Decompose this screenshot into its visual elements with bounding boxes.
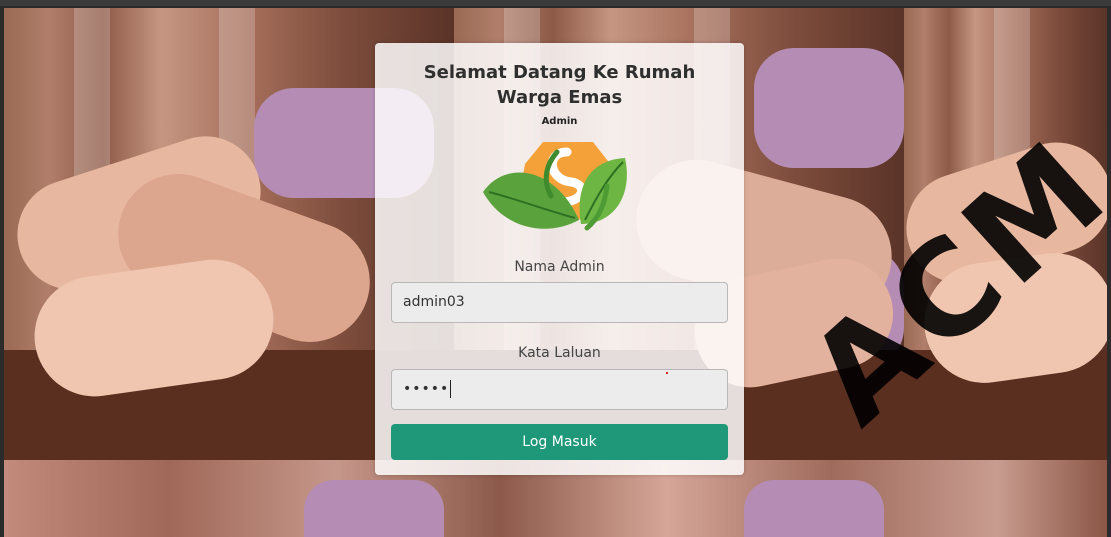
password-input[interactable]: ••••• [391, 369, 728, 410]
window-top-bar [0, 0, 1111, 6]
leaf-sun-logo-icon [483, 142, 627, 231]
password-value: ••••• [403, 381, 450, 397]
stray-dot [666, 372, 668, 374]
password-label: Kata Laluan [518, 345, 601, 361]
login-button[interactable]: Log Masuk [391, 424, 728, 460]
login-card: Selamat Datang Ke Rumah Warga Emas Admin… [375, 43, 744, 475]
role-label: Admin [541, 116, 578, 127]
username-value: admin03 [403, 294, 465, 310]
username-label: Nama Admin [514, 259, 605, 275]
username-input[interactable]: admin03 [391, 282, 728, 323]
page-title: Selamat Datang Ke Rumah Warga Emas [423, 62, 696, 108]
text-caret [450, 380, 452, 398]
